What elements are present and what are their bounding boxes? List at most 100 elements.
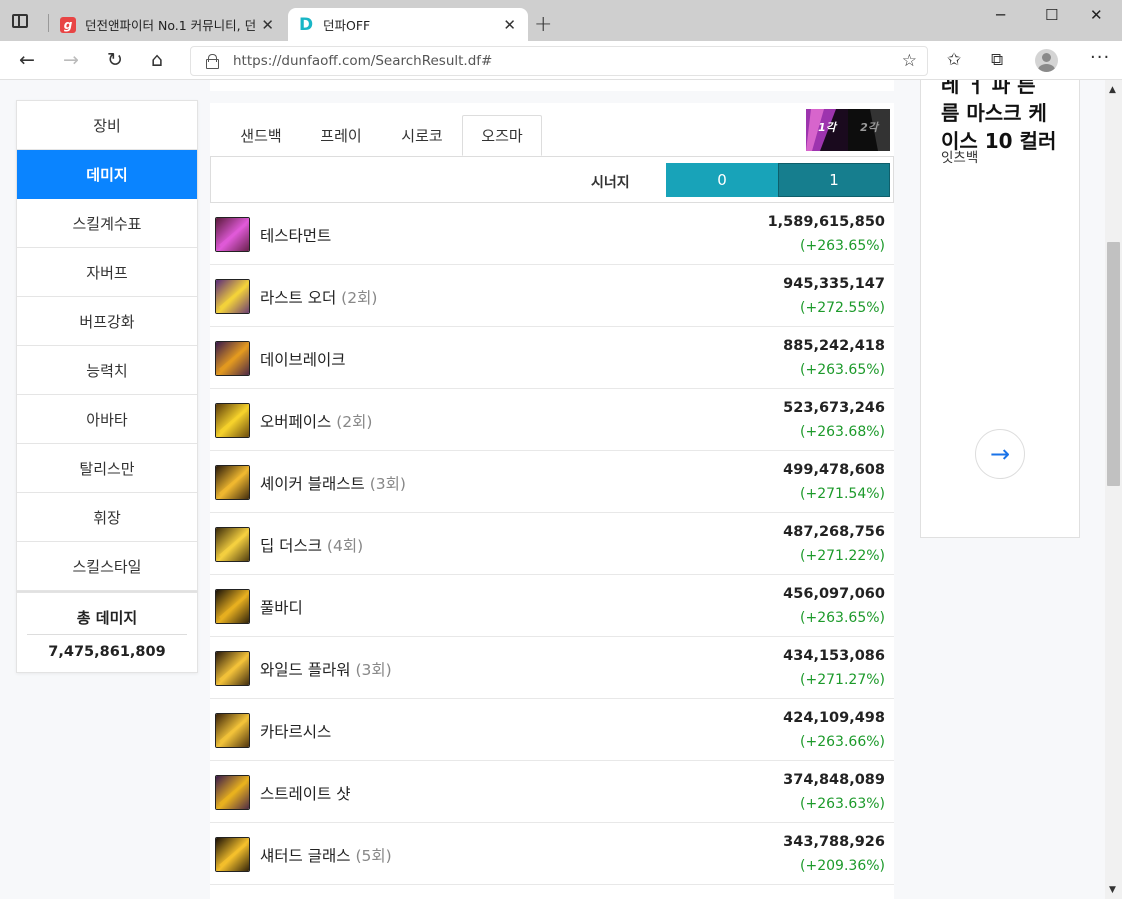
skill-row: 풀바디 456,097,060 (+263.65%) [210, 575, 894, 637]
total-damage-value: 7,475,861,809 [48, 644, 166, 660]
synergy-label: 시너지 [591, 175, 630, 191]
skill-cast-count: (5회) [355, 847, 392, 865]
profile-avatar[interactable] [1035, 49, 1058, 72]
minimize-icon[interactable]: ─ [996, 6, 1005, 24]
skill-row: 와일드 플라워 (3회) 434,153,086 (+271.27%) [210, 637, 894, 699]
sidebar-item-equipment[interactable]: 장비 [17, 101, 197, 150]
skill-name-text: 오버페이스 [260, 413, 332, 431]
tab-title: 던전앤파이터 No.1 커뮤니티, 던 [85, 18, 255, 33]
skill-damage: 456,097,060 [783, 586, 885, 602]
scroll-thumb[interactable] [1107, 242, 1120, 486]
skill-damage: 487,268,756 [783, 524, 885, 540]
scroll-up-icon[interactable]: ▲ [1109, 85, 1116, 95]
back-icon[interactable]: ← [19, 49, 35, 71]
close-tab-icon[interactable]: ✕ [261, 16, 274, 34]
skill-name-text: 와일드 플라워 [260, 661, 351, 679]
sidebar-item-avatar[interactable]: 아바타 [17, 395, 197, 444]
tab-prey[interactable]: 프레이 [306, 115, 376, 156]
skill-name: 풀바디 [260, 596, 303, 618]
skill-name: 라스트 오더 (2회) [260, 286, 377, 308]
skill-damage: 424,109,498 [783, 710, 885, 726]
skill-icon [215, 589, 250, 624]
maximize-icon[interactable]: ☐ [1045, 6, 1058, 24]
ad-brand[interactable]: 잇츠백 [941, 146, 978, 166]
skill-name-text: 라스트 오더 [260, 289, 337, 307]
ad-banner[interactable]: 레 ㅓ 파 른 름 마스크 케 이스 10 컬러 잇츠백 → [920, 80, 1080, 538]
skill-cast-count: (3회) [355, 661, 392, 679]
skill-damage-increase: (+263.65%) [800, 362, 885, 378]
ad-title[interactable]: 레 ㅓ 파 른 름 마스크 케 이스 10 컬러 [941, 80, 1071, 155]
synergy-option-0[interactable]: 0 [666, 163, 778, 197]
more-menu-icon[interactable]: ··· [1090, 47, 1110, 68]
skill-damage-increase: (+271.27%) [800, 672, 885, 688]
skill-damage-increase: (+263.68%) [800, 424, 885, 440]
skill-name: 오버페이스 (2회) [260, 410, 372, 432]
favicon-d-icon: D [298, 14, 314, 35]
close-tab-icon[interactable]: ✕ [503, 16, 516, 34]
skill-icon [215, 403, 250, 438]
skill-damage: 1,589,615,850 [767, 214, 885, 230]
home-icon[interactable]: ⌂ [151, 49, 163, 71]
awakening-1-thumbnail[interactable]: 1각 [806, 109, 848, 151]
skill-damage-increase: (+271.54%) [800, 486, 885, 502]
tab-siroco[interactable]: 시로코 [386, 115, 458, 156]
skill-damage: 523,673,246 [783, 400, 885, 416]
sidebar-item-skill-style[interactable]: 스킬스타일 [17, 542, 197, 591]
skill-damage: 499,478,608 [783, 462, 885, 478]
close-window-icon[interactable]: ✕ [1090, 6, 1103, 24]
skill-row: 셰이커 블래스트 (3회) 499,478,608 (+271.54%) [210, 451, 894, 513]
lock-icon[interactable] [206, 54, 219, 69]
tab-actions-icon[interactable] [12, 14, 28, 28]
favorites-icon[interactable]: ✩ [947, 50, 961, 70]
ad-next-arrow-icon[interactable]: → [975, 429, 1025, 479]
add-favorite-icon[interactable]: ☆ [902, 51, 917, 71]
skill-damage: 885,242,418 [783, 338, 885, 354]
scroll-down-icon[interactable]: ▼ [1109, 885, 1116, 895]
tab-title: 던파OFF [323, 18, 371, 33]
total-damage-label: 총 데미지 [76, 609, 138, 627]
skill-cast-count: (3회) [369, 475, 406, 493]
sidebar-item-buff-enhance[interactable]: 버프강화 [17, 297, 197, 346]
skill-name: 스트레이트 샷 [260, 782, 351, 804]
synergy-option-1[interactable]: 1 [778, 163, 890, 197]
total-damage-box: 총 데미지 7,475,861,809 [16, 592, 198, 673]
browser-tab-dunfaoff[interactable]: D 던파OFF ✕ [288, 8, 528, 41]
tab-sandbag[interactable]: 샌드백 [226, 115, 296, 156]
skill-row: 섀터드 글래스 (5회) 343,788,926 (+209.36%) [210, 823, 894, 885]
sidebar-item-damage[interactable]: 데미지 [17, 150, 197, 199]
skill-icon [215, 465, 250, 500]
sidebar-item-skill-coefficients[interactable]: 스킬계수표 [17, 199, 197, 248]
skill-row: 테스타먼트 1,589,615,850 (+263.65%) [210, 203, 894, 265]
skill-name: 섀터드 글래스 (5회) [260, 844, 392, 866]
skill-name-text: 데이브레이크 [260, 351, 346, 369]
skill-damage-list: 테스타먼트 1,589,615,850 (+263.65%) 라스트 오더 (2회)… [210, 203, 894, 885]
address-url[interactable]: https://dunfaoff.com/SearchResult.df# [233, 53, 492, 69]
address-bar[interactable]: https://dunfaoff.com/SearchResult.df# ☆ [190, 46, 928, 76]
skill-damage: 945,335,147 [783, 276, 885, 292]
skill-name: 셰이커 블래스트 (3회) [260, 472, 406, 494]
skill-damage: 343,788,926 [783, 834, 885, 850]
awakening-2-label: 2각 [860, 121, 878, 134]
awakening-2-thumbnail[interactable]: 2각 [848, 109, 890, 151]
sidebar-item-stats[interactable]: 능력치 [17, 346, 197, 395]
divider [27, 634, 187, 635]
collections-icon[interactable]: ⧉ [991, 50, 1003, 70]
sidebar-item-talisman[interactable]: 탈리스만 [17, 444, 197, 493]
skill-icon [215, 527, 250, 562]
sidebar-menu: 장비 데미지 스킬계수표 자버프 버프강화 능력치 아바타 탈리스만 휘장 스킬… [16, 100, 198, 592]
sidebar-item-self-buff[interactable]: 자버프 [17, 248, 197, 297]
tab-ozma[interactable]: 오즈마 [462, 115, 542, 156]
sidebar-item-emblem[interactable]: 휘장 [17, 493, 197, 542]
vertical-scrollbar[interactable]: ▲ ▼ [1105, 80, 1122, 899]
skill-name: 카타르시스 [260, 720, 331, 742]
browser-tab-dfcommunity[interactable]: g 던전앤파이터 No.1 커뮤니티, 던 ✕ [50, 8, 286, 41]
skill-cast-count: (2회) [336, 413, 373, 431]
refresh-icon[interactable]: ↻ [107, 49, 123, 71]
awakening-1-label: 1각 [818, 121, 836, 134]
new-tab-icon[interactable]: + [534, 12, 552, 37]
skill-row: 카타르시스 424,109,498 (+263.66%) [210, 699, 894, 761]
skill-icon [215, 713, 250, 748]
skill-name-text: 셰이커 블래스트 [260, 475, 365, 493]
skill-icon [215, 651, 250, 686]
tab-strip: g 던전앤파이터 No.1 커뮤니티, 던 ✕ D 던파OFF ✕ + ─ ☐ … [0, 0, 1122, 41]
